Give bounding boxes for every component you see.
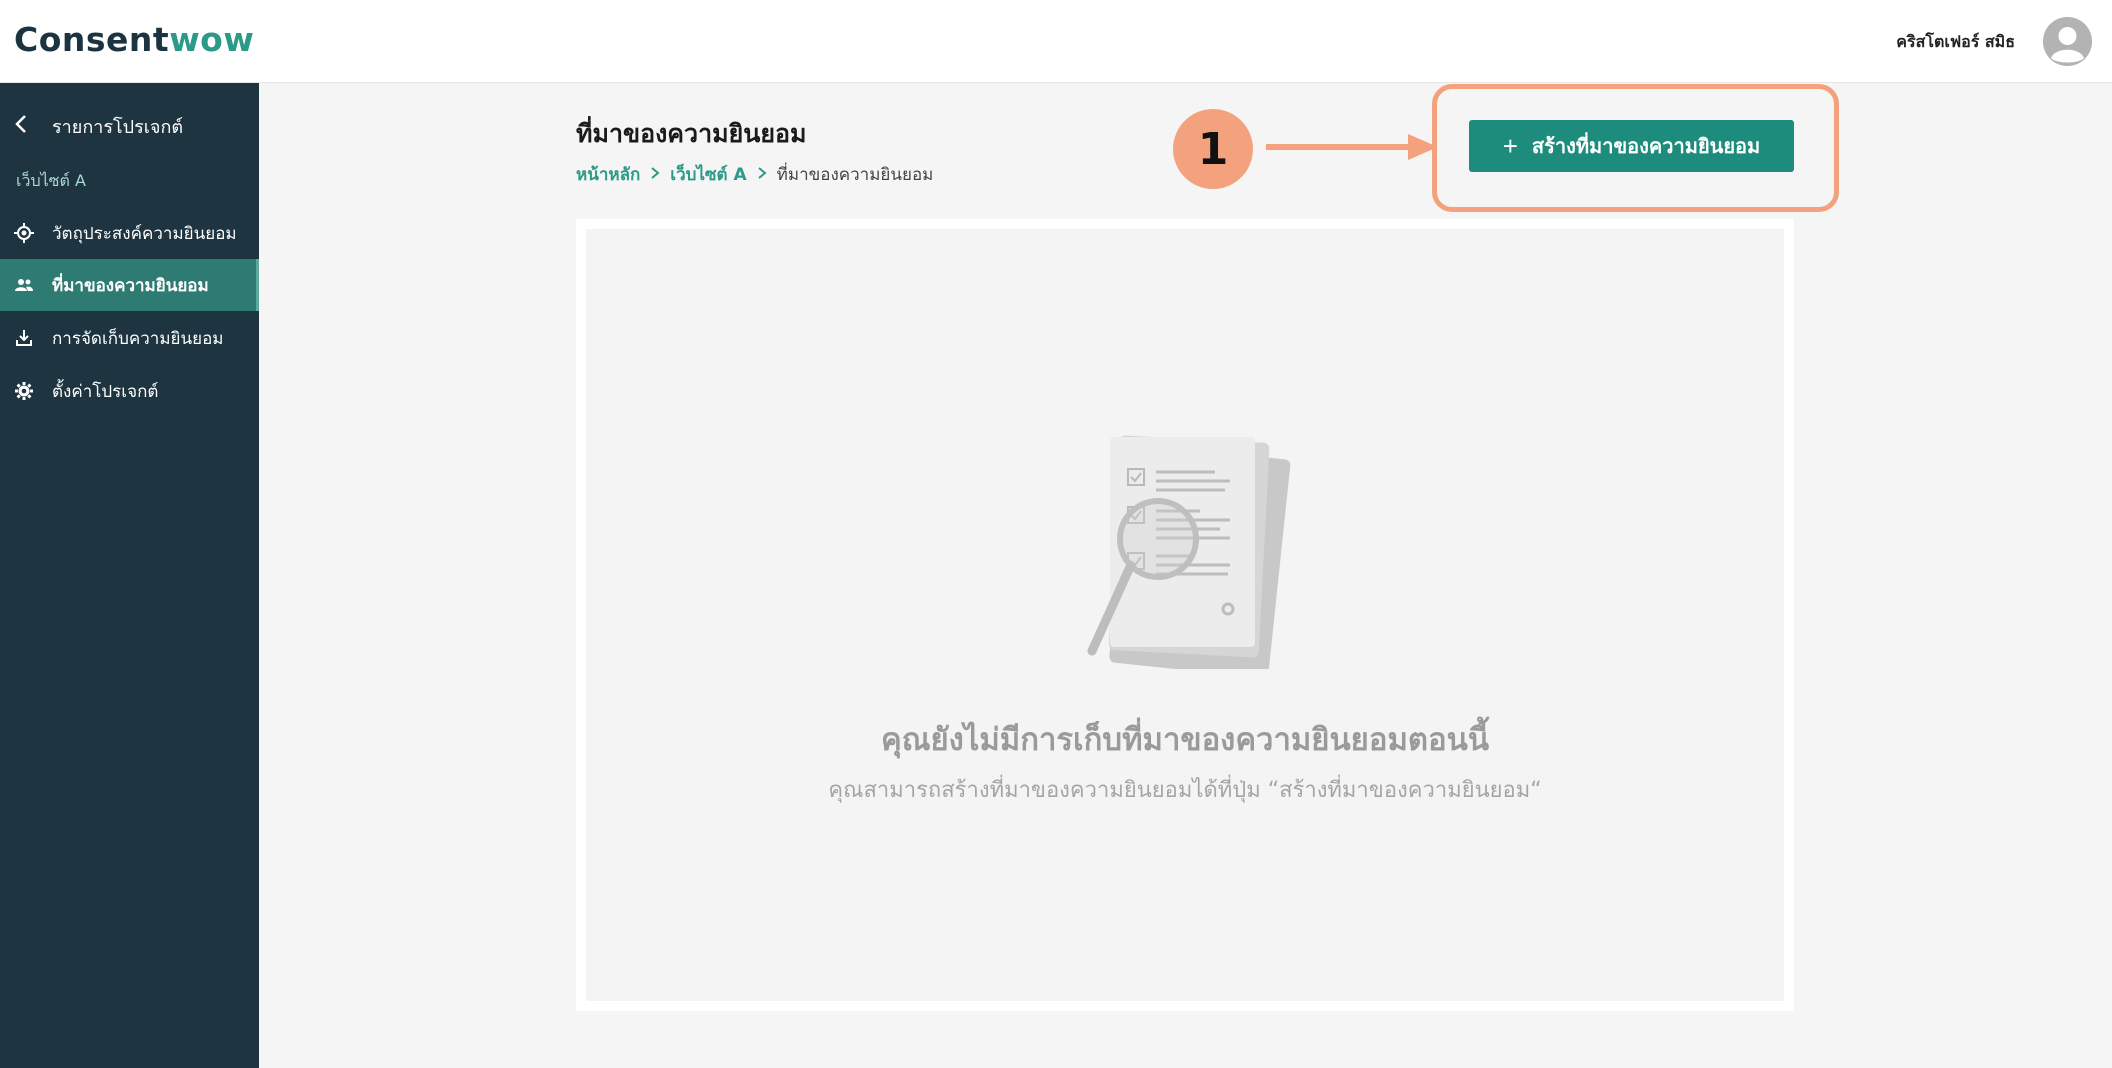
back-label: รายการโปรเจกต์ [52, 116, 184, 138]
back-to-projects[interactable]: รายการโปรเจกต์ [14, 113, 183, 139]
step-number-badge: 1 [1173, 109, 1253, 189]
top-bar: Consentwow คริสโตเฟอร์ สมิธ [0, 0, 2112, 83]
chevron-left-icon [14, 114, 28, 139]
sidebar-item-sources[interactable]: ที่มาของความยินยอม [0, 259, 259, 311]
target-icon [14, 223, 34, 243]
logo-text-wow: wow [169, 20, 255, 59]
chevron-right-icon [757, 165, 767, 184]
breadcrumb-current: ที่มาของความยินยอม [776, 165, 934, 185]
arrow-right-icon [1262, 130, 1440, 170]
chevron-right-icon [650, 165, 660, 184]
sidebar-item-label: การจัดเก็บความยินยอม [52, 328, 224, 349]
sidebar: รายการโปรเจกต์ เว็บไซต์ A วัตถุประสงค์คว… [0, 83, 259, 1068]
sidebar-item-purposes[interactable]: วัตถุประสงค์ความยินยอม [0, 207, 259, 259]
user-name[interactable]: คริสโตเฟอร์ สมิธ [1896, 30, 2015, 55]
download-icon [14, 328, 34, 348]
empty-state-title: คุณยังไม่มีการเก็บที่มาของความยินยอมตอนน… [880, 722, 1490, 758]
breadcrumb-home[interactable]: หน้าหลัก [576, 161, 640, 188]
empty-state-subtitle: คุณสามารถสร้างที่มาของความยินยอมได้ที่ปุ… [828, 778, 1542, 803]
avatar-icon[interactable] [2043, 17, 2092, 66]
create-source-button[interactable]: + สร้างที่มาของความยินยอม [1469, 120, 1794, 172]
sidebar-item-label: วัตถุประสงค์ความยินยอม [52, 223, 237, 244]
page-title: ที่มาของความยินยอม [576, 119, 807, 148]
sidebar-item-label: ตั้งค่าโปรเจกต์ [52, 381, 159, 402]
create-button-label: สร้างที่มาของความยินยอม [1531, 136, 1761, 158]
breadcrumb-website[interactable]: เว็บไซต์ A [670, 161, 746, 188]
sidebar-item-storage[interactable]: การจัดเก็บความยินยอม [0, 312, 259, 364]
gear-icon [14, 381, 34, 401]
project-name: เว็บไซต์ A [16, 171, 86, 190]
users-icon [14, 275, 34, 295]
sidebar-item-settings[interactable]: ตั้งค่าโปรเจกต์ [0, 365, 259, 417]
logo-text-consent: Consent [14, 20, 170, 59]
breadcrumb: หน้าหลัก เว็บไซต์ A ที่มาของความยินยอม [576, 161, 933, 188]
empty-state-card: คุณยังไม่มีการเก็บที่มาของความยินยอมตอนน… [576, 219, 1794, 1011]
sidebar-item-label: ที่มาของความยินยอม [52, 275, 209, 296]
document-magnifier-icon [1080, 429, 1310, 679]
consentwow-logo[interactable]: Consentwow [14, 20, 254, 59]
plus-icon: + [1502, 130, 1518, 161]
